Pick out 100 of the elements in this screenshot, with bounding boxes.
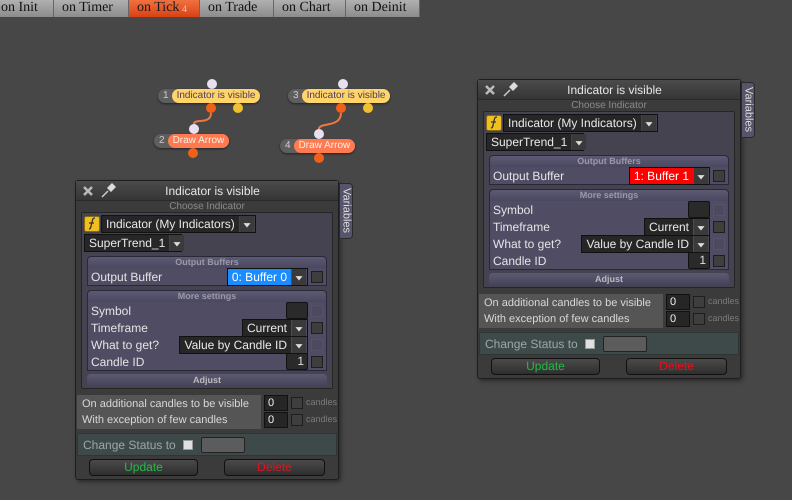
- window-title: Indicator is visible: [164, 182, 261, 200]
- caret-icon: [291, 336, 307, 352]
- close-icon: [484, 84, 496, 96]
- caret-icon: [291, 320, 307, 336]
- field-label: Output Buffer: [493, 168, 566, 184]
- indicator-dropdown[interactable]: SuperTrend_1: [486, 133, 584, 151]
- unit-label: candles: [708, 312, 740, 326]
- node-label: Draw Arrow: [294, 139, 356, 153]
- adjust-bar[interactable]: Adjust: [489, 273, 729, 285]
- field-label: What to get?: [91, 336, 160, 354]
- field-label: Symbol: [493, 202, 534, 218]
- output-port[interactable]: [233, 103, 243, 113]
- option-label: On additional candles to be visible: [484, 296, 652, 311]
- adjust-bar[interactable]: Adjust: [87, 374, 327, 386]
- input-field[interactable]: [603, 336, 647, 352]
- output-port[interactable]: [188, 148, 198, 158]
- checkbox[interactable]: [713, 170, 725, 182]
- update-button[interactable]: Update: [491, 358, 600, 375]
- event-tab[interactable]: on Init: [0, 0, 54, 17]
- node-label: Indicator is visible: [302, 89, 390, 103]
- event-tab[interactable]: on Chart: [274, 0, 346, 17]
- input-field[interactable]: 0: [264, 395, 288, 411]
- checkbox[interactable]: [585, 338, 595, 348]
- node-number: 4: [285, 139, 292, 153]
- unit-label: candles: [306, 413, 338, 426]
- output-port[interactable]: [336, 103, 346, 113]
- section-header: More settings: [88, 291, 326, 302]
- output-port[interactable]: [314, 153, 324, 163]
- field-label: Output Buffer: [91, 268, 164, 286]
- value-dropdown[interactable]: Value by Candle ID: [581, 234, 710, 252]
- input-field[interactable]: 0: [264, 412, 288, 428]
- value-dropdown[interactable]: 1: Buffer 1: [628, 166, 710, 184]
- tab-count: 4: [182, 5, 187, 15]
- input-field[interactable]: 1: [286, 353, 308, 370]
- caret-icon: [693, 218, 709, 234]
- value-dropdown[interactable]: Value by Candle ID: [179, 336, 308, 354]
- field-label: What to get?: [493, 236, 562, 252]
- variables-tab[interactable]: Variables: [339, 183, 353, 239]
- event-tab[interactable]: on Trade: [200, 0, 274, 17]
- input-field[interactable]: [201, 436, 245, 452]
- checkbox[interactable]: [291, 414, 303, 426]
- node-label: Draw Arrow: [168, 134, 230, 148]
- update-button[interactable]: Update: [89, 459, 198, 476]
- indicator-dropdown[interactable]: SuperTrend_1: [84, 234, 182, 252]
- input-port[interactable]: [338, 79, 348, 89]
- indicator-type-dropdown[interactable]: Indicator (My Indicators): [503, 114, 658, 132]
- checkbox[interactable]: [183, 440, 193, 450]
- caret-icon: [571, 134, 588, 150]
- node-number: 1: [163, 89, 170, 103]
- unit-label: candles: [708, 295, 740, 308]
- flow-node[interactable]: 2 Draw Arrow: [154, 134, 230, 148]
- field-label: Timeframe: [91, 320, 149, 336]
- variables-tab[interactable]: Variables: [741, 82, 755, 138]
- option-label: On additional candles to be visible: [82, 397, 250, 412]
- input-port[interactable]: [207, 79, 217, 89]
- input-field[interactable]: 0: [666, 294, 690, 310]
- checkbox[interactable]: [713, 220, 725, 232]
- input-field[interactable]: [286, 302, 308, 319]
- caret-icon: [693, 168, 709, 184]
- section-label: Choose Indicator: [570, 100, 648, 111]
- pin-icon: [100, 183, 117, 198]
- input-field[interactable]: 1: [688, 252, 710, 269]
- indicator-type-dropdown[interactable]: Indicator (My Indicators): [101, 215, 256, 233]
- value-dropdown[interactable]: Current: [644, 218, 710, 236]
- checkbox[interactable]: [693, 313, 705, 325]
- output-port[interactable]: [363, 103, 373, 113]
- checkbox[interactable]: [311, 270, 323, 282]
- field-label: Timeframe: [493, 218, 551, 236]
- checkbox[interactable]: [311, 322, 323, 334]
- checkbox[interactable]: [291, 397, 303, 409]
- event-tab[interactable]: on Tick 4: [129, 0, 200, 17]
- connector-line: [318, 112, 342, 130]
- input-field[interactable]: [688, 201, 710, 218]
- checkbox[interactable]: [311, 356, 323, 368]
- flow-node[interactable]: 4 Draw Arrow: [280, 139, 356, 153]
- checkbox[interactable]: [713, 254, 725, 266]
- event-tab[interactable]: on Timer: [54, 0, 129, 17]
- event-tab[interactable]: on Deinit: [346, 0, 420, 17]
- flow-node[interactable]: 3 Indicator is visible: [288, 89, 390, 103]
- caret-icon: [640, 115, 657, 131]
- caret-icon: [693, 236, 709, 252]
- function-icon: [486, 115, 502, 131]
- output-port[interactable]: [206, 103, 216, 113]
- section-header: Output Buffers: [88, 257, 326, 268]
- unit-label: candles: [306, 396, 338, 410]
- section-header: More settings: [490, 190, 728, 201]
- option-label: With exception of few candles: [484, 312, 631, 327]
- value-dropdown[interactable]: Current: [242, 318, 308, 336]
- status-label: Change Status to: [83, 436, 177, 454]
- input-field[interactable]: 0: [666, 311, 690, 327]
- option-label: With exception of few candles: [82, 413, 229, 428]
- checkbox[interactable]: [693, 296, 705, 308]
- node-number: 3: [293, 89, 300, 103]
- input-port[interactable]: [189, 124, 199, 134]
- field-label: Symbol: [91, 302, 132, 320]
- section-label: Choose Indicator: [168, 201, 246, 212]
- caret-icon: [291, 268, 307, 284]
- input-port[interactable]: [314, 129, 324, 139]
- flow-node[interactable]: 1 Indicator is visible: [158, 89, 260, 103]
- node-number: 2: [159, 134, 166, 148]
